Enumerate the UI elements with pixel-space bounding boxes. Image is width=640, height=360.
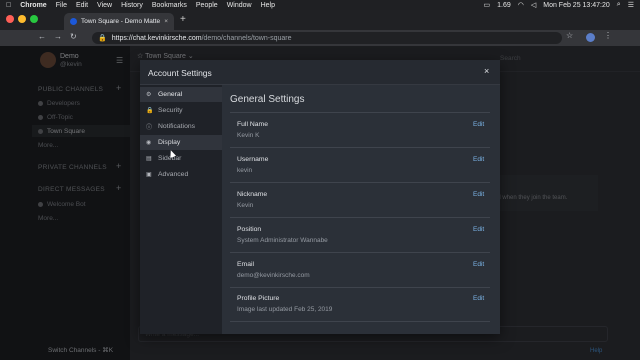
menu-edit[interactable]: Edit (76, 2, 88, 9)
modal-title: Account Settings (148, 68, 212, 78)
url-path: /demo/channels/town-square (201, 34, 292, 42)
setting-email-label: Email (237, 261, 254, 268)
lock-icon: 🔒 (146, 108, 154, 114)
datetime[interactable]: Mon Feb 25 13:47:20 (543, 2, 610, 9)
menu-help[interactable]: Help (261, 2, 275, 9)
tab-advanced[interactable]: ▣ Advanced (140, 167, 222, 182)
lock-icon: 🔒 (98, 35, 107, 42)
setting-email-value: demo@kevinkirsche.com (237, 272, 310, 279)
setting-profile-picture-value: Image last updated Feb 25, 2019 (237, 306, 333, 313)
tab-title: Town Square - Demo Matterm (81, 18, 161, 25)
setting-full-name-label: Full Name (237, 121, 268, 128)
setting-nickname-label: Nickname (237, 191, 268, 198)
battery-level: 1.69 (497, 1, 511, 9)
bookmark-star-icon[interactable]: ☆ (566, 31, 573, 40)
tab-general[interactable]: ⚙ General (140, 87, 222, 102)
setting-username-label: Username (237, 156, 269, 163)
divider (230, 287, 490, 288)
window-zoom-button[interactable] (30, 15, 38, 23)
search-icon[interactable]: ⌕ (617, 1, 621, 9)
edit-full-name-button[interactable]: Edit (473, 121, 484, 128)
forward-arrow-icon[interactable]: → (54, 32, 62, 41)
new-tab-button[interactable]: + (180, 14, 186, 25)
browser-tab[interactable]: Town Square - Demo Matterm × (64, 13, 174, 30)
menu-window[interactable]: Window (227, 2, 252, 9)
battery-icon[interactable]: ▭ (483, 1, 490, 9)
volume-icon[interactable]: ◁ (531, 1, 536, 9)
setting-profile-picture-label: Profile Picture (237, 295, 280, 302)
menu-people[interactable]: People (196, 2, 218, 9)
setting-nickname-value: Kevin (237, 202, 254, 209)
menu-bookmarks[interactable]: Bookmarks (152, 2, 187, 9)
divider (230, 321, 490, 322)
gear-icon: ⚙ (146, 92, 152, 98)
content-title: General Settings (230, 94, 305, 105)
sidebar-icon: ▤ (146, 156, 152, 162)
tab-security[interactable]: 🔒 Security (140, 103, 222, 118)
close-icon[interactable]: × (484, 66, 489, 76)
menu-view[interactable]: View (97, 2, 112, 9)
url-host: https://chat.kevinkirsche.com (111, 34, 202, 42)
mattermost-favicon-icon (70, 18, 77, 25)
window-close-button[interactable] (6, 15, 14, 23)
edit-nickname-button[interactable]: Edit (473, 191, 484, 198)
macos-menubar:  Chrome File Edit View History Bookmark… (0, 0, 640, 10)
setting-username-value: kevin (237, 167, 253, 174)
eye-icon: ◉ (146, 140, 152, 146)
divider (230, 252, 490, 253)
tab-sidebar[interactable]: ▤ Sidebar (140, 151, 222, 166)
divider (230, 147, 490, 148)
menu-file[interactable]: File (56, 2, 67, 9)
menu-history[interactable]: History (121, 2, 143, 9)
info-icon: ⓘ (146, 125, 153, 131)
tab-notifications[interactable]: ⓘ Notifications (140, 119, 222, 134)
reload-icon[interactable]: ↻ (70, 32, 77, 41)
profile-avatar[interactable] (586, 33, 595, 42)
window-minimize-button[interactable] (18, 15, 26, 23)
divider (230, 112, 490, 113)
tab-display[interactable]: ◉ Display (140, 135, 222, 150)
edit-position-button[interactable]: Edit (473, 226, 484, 233)
advanced-icon: ▣ (146, 172, 152, 178)
list-icon[interactable]: ☰ (628, 1, 634, 9)
edit-email-button[interactable]: Edit (473, 261, 484, 268)
apple-icon[interactable]:  (6, 2, 11, 9)
back-arrow-icon[interactable]: ← (38, 32, 46, 41)
setting-position-label: Position (237, 226, 262, 233)
tab-close-icon[interactable]: × (164, 18, 168, 25)
divider (230, 182, 490, 183)
edit-username-button[interactable]: Edit (473, 156, 484, 163)
edit-profile-picture-button[interactable]: Edit (473, 295, 484, 302)
menu-app-name[interactable]: Chrome (20, 2, 46, 9)
setting-full-name-value: Kevin K (237, 132, 260, 139)
setting-position-value: System Administrator Wannabe (237, 237, 328, 244)
address-bar[interactable]: 🔒 https://chat.kevinkirsche.com/demo/cha… (92, 32, 562, 44)
divider (230, 217, 490, 218)
chrome-menu-icon[interactable]: ⋮ (604, 31, 612, 40)
wifi-icon[interactable]: ◠ (518, 1, 524, 9)
